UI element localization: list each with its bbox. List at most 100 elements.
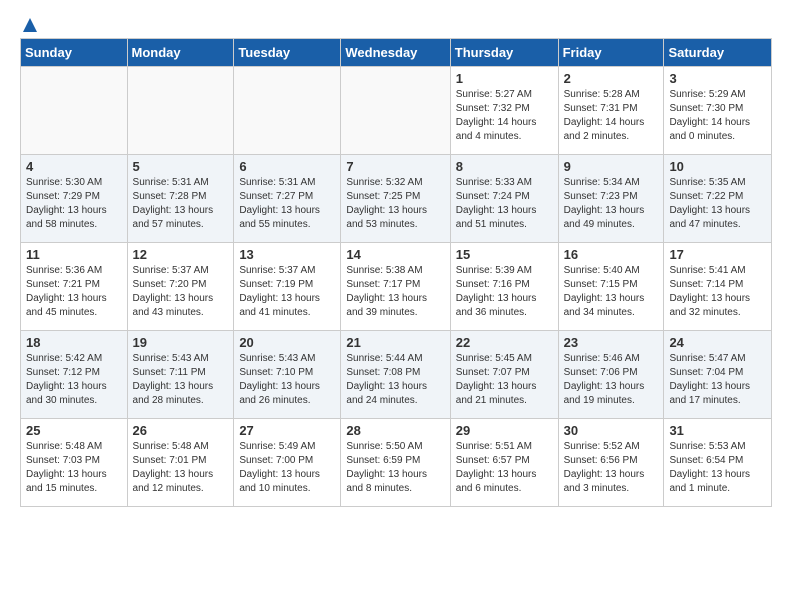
calendar-cell: 4 Sunrise: 5:30 AM Sunset: 7:29 PM Daylig… xyxy=(21,155,128,243)
day-info: Sunrise: 5:28 AM Sunset: 7:31 PM Dayligh… xyxy=(564,88,659,144)
calendar-cell: 31 Sunrise: 5:53 AM Sunset: 6:54 PM Dayli… xyxy=(664,419,772,507)
day-number: 31 xyxy=(669,423,766,438)
calendar-cell: 12 Sunrise: 5:37 AM Sunset: 7:20 PM Dayli… xyxy=(127,243,234,331)
day-info: Sunrise: 5:29 AM Sunset: 7:30 PM Dayligh… xyxy=(669,88,766,144)
calendar-cell xyxy=(127,67,234,155)
day-number: 30 xyxy=(564,423,659,438)
weekday-header: Tuesday xyxy=(234,39,341,67)
day-number: 2 xyxy=(564,71,659,86)
day-info: Sunrise: 5:33 AM Sunset: 7:24 PM Dayligh… xyxy=(456,176,553,232)
day-number: 25 xyxy=(26,423,122,438)
day-number: 16 xyxy=(564,247,659,262)
day-info: Sunrise: 5:32 AM Sunset: 7:25 PM Dayligh… xyxy=(346,176,444,232)
day-info: Sunrise: 5:48 AM Sunset: 7:01 PM Dayligh… xyxy=(133,440,229,496)
calendar-table: SundayMondayTuesdayWednesdayThursdayFrid… xyxy=(20,38,772,507)
day-info: Sunrise: 5:43 AM Sunset: 7:11 PM Dayligh… xyxy=(133,352,229,408)
day-number: 10 xyxy=(669,159,766,174)
day-info: Sunrise: 5:36 AM Sunset: 7:21 PM Dayligh… xyxy=(26,264,122,320)
day-info: Sunrise: 5:50 AM Sunset: 6:59 PM Dayligh… xyxy=(346,440,444,496)
day-number: 15 xyxy=(456,247,553,262)
day-number: 14 xyxy=(346,247,444,262)
day-info: Sunrise: 5:27 AM Sunset: 7:32 PM Dayligh… xyxy=(456,88,553,144)
page-header xyxy=(20,16,772,30)
calendar-cell: 6Sunrise: 5:31 AM Sunset: 7:27 PM Daylig… xyxy=(234,155,341,243)
calendar-week-row: 18 Sunrise: 5:42 AM Sunset: 7:12 PM Dayli… xyxy=(21,331,772,419)
calendar-cell: 30Sunrise: 5:52 AM Sunset: 6:56 PM Dayli… xyxy=(558,419,664,507)
calendar-cell xyxy=(234,67,341,155)
weekday-header: Saturday xyxy=(664,39,772,67)
calendar-cell: 18 Sunrise: 5:42 AM Sunset: 7:12 PM Dayli… xyxy=(21,331,128,419)
weekday-header: Thursday xyxy=(450,39,558,67)
calendar-cell: 22 Sunrise: 5:45 AM Sunset: 7:07 PM Dayli… xyxy=(450,331,558,419)
calendar-cell xyxy=(341,67,450,155)
day-info: Sunrise: 5:49 AM Sunset: 7:00 PM Dayligh… xyxy=(239,440,335,496)
calendar-cell: 7Sunrise: 5:32 AM Sunset: 7:25 PM Daylig… xyxy=(341,155,450,243)
day-info: Sunrise: 5:51 AM Sunset: 6:57 PM Dayligh… xyxy=(456,440,553,496)
calendar-cell: 14 Sunrise: 5:38 AM Sunset: 7:17 PM Dayli… xyxy=(341,243,450,331)
day-number: 6 xyxy=(239,159,335,174)
day-number: 27 xyxy=(239,423,335,438)
logo xyxy=(20,16,40,30)
calendar-week-row: 11 Sunrise: 5:36 AM Sunset: 7:21 PM Dayli… xyxy=(21,243,772,331)
day-number: 22 xyxy=(456,335,553,350)
calendar-cell: 8 Sunrise: 5:33 AM Sunset: 7:24 PM Daylig… xyxy=(450,155,558,243)
day-number: 17 xyxy=(669,247,766,262)
calendar-cell: 10Sunrise: 5:35 AM Sunset: 7:22 PM Dayli… xyxy=(664,155,772,243)
weekday-header: Sunday xyxy=(21,39,128,67)
day-info: Sunrise: 5:39 AM Sunset: 7:16 PM Dayligh… xyxy=(456,264,553,320)
calendar-cell: 5Sunrise: 5:31 AM Sunset: 7:28 PM Daylig… xyxy=(127,155,234,243)
calendar-cell: 13 Sunrise: 5:37 AM Sunset: 7:19 PM Dayli… xyxy=(234,243,341,331)
calendar-cell: 19Sunrise: 5:43 AM Sunset: 7:11 PM Dayli… xyxy=(127,331,234,419)
calendar-cell: 11 Sunrise: 5:36 AM Sunset: 7:21 PM Dayli… xyxy=(21,243,128,331)
calendar-cell: 15 Sunrise: 5:39 AM Sunset: 7:16 PM Dayli… xyxy=(450,243,558,331)
day-info: Sunrise: 5:41 AM Sunset: 7:14 PM Dayligh… xyxy=(669,264,766,320)
day-info: Sunrise: 5:37 AM Sunset: 7:19 PM Dayligh… xyxy=(239,264,335,320)
calendar-cell: 16Sunrise: 5:40 AM Sunset: 7:15 PM Dayli… xyxy=(558,243,664,331)
day-number: 11 xyxy=(26,247,122,262)
day-number: 9 xyxy=(564,159,659,174)
day-info: Sunrise: 5:34 AM Sunset: 7:23 PM Dayligh… xyxy=(564,176,659,232)
calendar-cell: 28Sunrise: 5:50 AM Sunset: 6:59 PM Dayli… xyxy=(341,419,450,507)
calendar-cell: 17 Sunrise: 5:41 AM Sunset: 7:14 PM Dayli… xyxy=(664,243,772,331)
day-info: Sunrise: 5:45 AM Sunset: 7:07 PM Dayligh… xyxy=(456,352,553,408)
day-info: Sunrise: 5:53 AM Sunset: 6:54 PM Dayligh… xyxy=(669,440,766,496)
day-info: Sunrise: 5:30 AM Sunset: 7:29 PM Dayligh… xyxy=(26,176,122,232)
day-info: Sunrise: 5:42 AM Sunset: 7:12 PM Dayligh… xyxy=(26,352,122,408)
day-number: 26 xyxy=(133,423,229,438)
calendar-cell: 25Sunrise: 5:48 AM Sunset: 7:03 PM Dayli… xyxy=(21,419,128,507)
calendar-cell: 24 Sunrise: 5:47 AM Sunset: 7:04 PM Dayli… xyxy=(664,331,772,419)
calendar-cell: 21Sunrise: 5:44 AM Sunset: 7:08 PM Dayli… xyxy=(341,331,450,419)
calendar-cell: 29Sunrise: 5:51 AM Sunset: 6:57 PM Dayli… xyxy=(450,419,558,507)
calendar-cell: 9 Sunrise: 5:34 AM Sunset: 7:23 PM Daylig… xyxy=(558,155,664,243)
day-info: Sunrise: 5:43 AM Sunset: 7:10 PM Dayligh… xyxy=(239,352,335,408)
calendar-header-row: SundayMondayTuesdayWednesdayThursdayFrid… xyxy=(21,39,772,67)
day-number: 13 xyxy=(239,247,335,262)
day-info: Sunrise: 5:37 AM Sunset: 7:20 PM Dayligh… xyxy=(133,264,229,320)
calendar-cell xyxy=(21,67,128,155)
calendar-cell: 27 Sunrise: 5:49 AM Sunset: 7:00 PM Dayli… xyxy=(234,419,341,507)
day-number: 20 xyxy=(239,335,335,350)
calendar-cell: 3 Sunrise: 5:29 AM Sunset: 7:30 PM Daylig… xyxy=(664,67,772,155)
day-number: 3 xyxy=(669,71,766,86)
day-info: Sunrise: 5:44 AM Sunset: 7:08 PM Dayligh… xyxy=(346,352,444,408)
day-info: Sunrise: 5:38 AM Sunset: 7:17 PM Dayligh… xyxy=(346,264,444,320)
day-number: 24 xyxy=(669,335,766,350)
logo-icon xyxy=(21,16,39,34)
calendar-cell: 23 Sunrise: 5:46 AM Sunset: 7:06 PM Dayli… xyxy=(558,331,664,419)
weekday-header: Friday xyxy=(558,39,664,67)
day-info: Sunrise: 5:46 AM Sunset: 7:06 PM Dayligh… xyxy=(564,352,659,408)
weekday-header: Monday xyxy=(127,39,234,67)
weekday-header: Wednesday xyxy=(341,39,450,67)
calendar-cell: 26 Sunrise: 5:48 AM Sunset: 7:01 PM Dayli… xyxy=(127,419,234,507)
day-number: 8 xyxy=(456,159,553,174)
calendar-week-row: 4 Sunrise: 5:30 AM Sunset: 7:29 PM Daylig… xyxy=(21,155,772,243)
day-number: 23 xyxy=(564,335,659,350)
day-number: 12 xyxy=(133,247,229,262)
calendar-cell: 1 Sunrise: 5:27 AM Sunset: 7:32 PM Daylig… xyxy=(450,67,558,155)
day-number: 4 xyxy=(26,159,122,174)
day-number: 18 xyxy=(26,335,122,350)
day-number: 1 xyxy=(456,71,553,86)
calendar-week-row: 25Sunrise: 5:48 AM Sunset: 7:03 PM Dayli… xyxy=(21,419,772,507)
day-info: Sunrise: 5:47 AM Sunset: 7:04 PM Dayligh… xyxy=(669,352,766,408)
day-info: Sunrise: 5:31 AM Sunset: 7:28 PM Dayligh… xyxy=(133,176,229,232)
